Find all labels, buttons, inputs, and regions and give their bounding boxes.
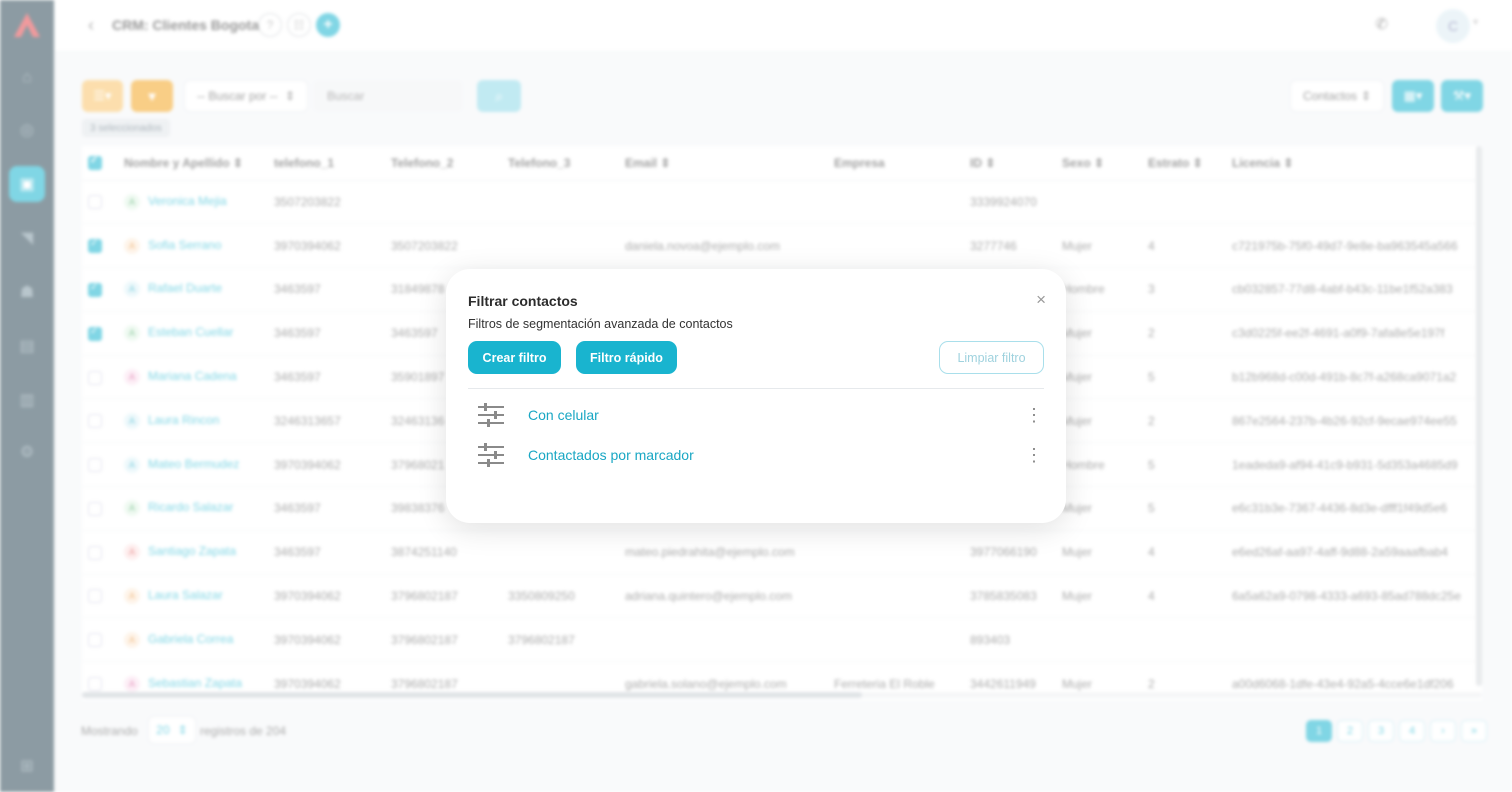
modal-subtitle: Filtros de segmentación avanzada de cont… [468,317,733,331]
more-vertical-icon[interactable]: ⋮ [1024,403,1044,427]
saved-filter-item[interactable]: Con celular ⋮ [468,397,1044,433]
create-filter-button[interactable]: Crear filtro [468,341,561,374]
filter-contacts-modal: Filtrar contactos Filtros de segmentació… [446,269,1066,523]
modal-divider [468,388,1044,389]
close-icon[interactable]: × [1036,291,1046,308]
saved-filter-name[interactable]: Con celular [528,407,1024,423]
clear-filter-button[interactable]: Limpiar filtro [939,341,1044,374]
quick-filter-button[interactable]: Filtro rápido [576,341,677,374]
saved-filter-item[interactable]: Contactados por marcador ⋮ [468,437,1044,473]
modal-title: Filtrar contactos [468,293,578,309]
saved-filter-name[interactable]: Contactados por marcador [528,447,1024,463]
sliders-icon [478,443,504,467]
sliders-icon [478,403,504,427]
more-vertical-icon[interactable]: ⋮ [1024,443,1044,467]
